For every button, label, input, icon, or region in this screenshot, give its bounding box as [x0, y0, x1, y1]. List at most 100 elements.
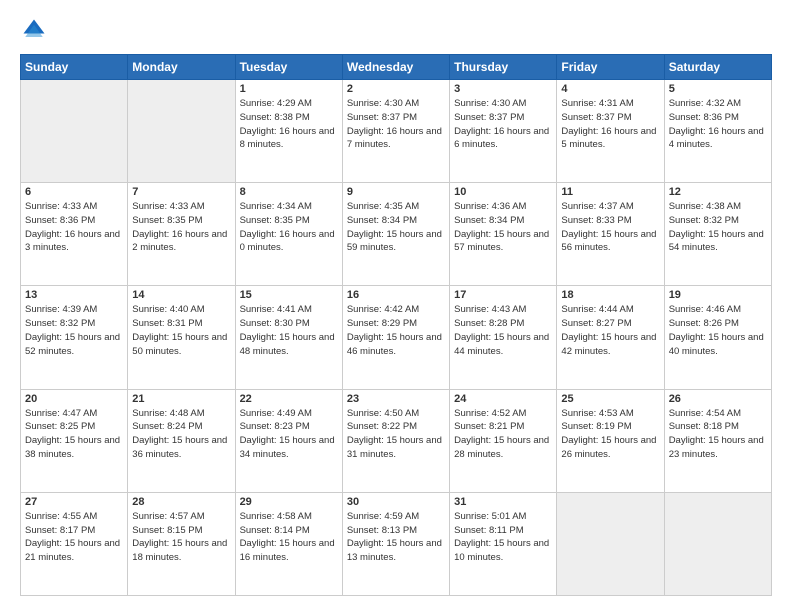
calendar-cell: 26 Sunrise: 4:54 AMSunset: 8:18 PMDayligh… [664, 389, 771, 492]
calendar-week-row: 13 Sunrise: 4:39 AMSunset: 8:32 PMDayligh… [21, 286, 772, 389]
calendar-cell: 22 Sunrise: 4:49 AMSunset: 8:23 PMDayligh… [235, 389, 342, 492]
calendar-cell [664, 492, 771, 595]
day-info: Sunrise: 4:33 AMSunset: 8:35 PMDaylight:… [132, 200, 230, 255]
day-number: 30 [347, 496, 445, 508]
calendar-cell: 24Sunrise: 4:52 AMSunset: 8:21 PMDayligh… [450, 389, 557, 492]
calendar-week-row: 1 Sunrise: 4:29 AMSunset: 8:38 PMDaylight… [21, 80, 772, 183]
day-number: 13 [25, 289, 123, 301]
calendar-cell: 1 Sunrise: 4:29 AMSunset: 8:38 PMDaylight… [235, 80, 342, 183]
day-number: 3 [454, 83, 552, 95]
calendar-cell: 5Sunrise: 4:32 AMSunset: 8:36 PMDaylight… [664, 80, 771, 183]
day-info: Sunrise: 4:38 AMSunset: 8:32 PMDaylight:… [669, 200, 767, 255]
day-number: 26 [669, 393, 767, 405]
calendar-cell: 2Sunrise: 4:30 AMSunset: 8:37 PMDaylight… [342, 80, 449, 183]
day-info: Sunrise: 4:41 AMSunset: 8:30 PMDaylight:… [240, 303, 338, 358]
calendar-cell: 9 Sunrise: 4:35 AMSunset: 8:34 PMDaylight… [342, 183, 449, 286]
calendar-cell: 18 Sunrise: 4:44 AMSunset: 8:27 PMDayligh… [557, 286, 664, 389]
day-number: 8 [240, 186, 338, 198]
day-info: Sunrise: 4:35 AMSunset: 8:34 PMDaylight:… [347, 200, 445, 255]
weekday-header: Saturday [664, 55, 771, 80]
day-number: 22 [240, 393, 338, 405]
calendar-cell: 16Sunrise: 4:42 AMSunset: 8:29 PMDayligh… [342, 286, 449, 389]
weekday-header: Thursday [450, 55, 557, 80]
day-info: Sunrise: 4:54 AMSunset: 8:18 PMDaylight:… [669, 407, 767, 462]
weekday-header: Sunday [21, 55, 128, 80]
logo [20, 16, 52, 44]
calendar-cell [557, 492, 664, 595]
calendar-cell [128, 80, 235, 183]
day-info: Sunrise: 4:31 AMSunset: 8:37 PMDaylight:… [561, 97, 659, 152]
calendar-cell: 17 Sunrise: 4:43 AMSunset: 8:28 PMDayligh… [450, 286, 557, 389]
calendar-cell: 10 Sunrise: 4:36 AMSunset: 8:34 PMDayligh… [450, 183, 557, 286]
day-number: 18 [561, 289, 659, 301]
day-info: Sunrise: 4:47 AMSunset: 8:25 PMDaylight:… [25, 407, 123, 462]
day-info: Sunrise: 4:43 AMSunset: 8:28 PMDaylight:… [454, 303, 552, 358]
page: SundayMondayTuesdayWednesdayThursdayFrid… [0, 0, 792, 612]
day-number: 15 [240, 289, 338, 301]
day-number: 4 [561, 83, 659, 95]
calendar-cell: 21Sunrise: 4:48 AMSunset: 8:24 PMDayligh… [128, 389, 235, 492]
calendar-cell: 28Sunrise: 4:57 AMSunset: 8:15 PMDayligh… [128, 492, 235, 595]
calendar-cell: 12 Sunrise: 4:38 AMSunset: 8:32 PMDayligh… [664, 183, 771, 286]
day-number: 10 [454, 186, 552, 198]
calendar-cell: 29 Sunrise: 4:58 AMSunset: 8:14 PMDayligh… [235, 492, 342, 595]
calendar-week-row: 6 Sunrise: 4:33 AMSunset: 8:36 PMDaylight… [21, 183, 772, 286]
day-number: 9 [347, 186, 445, 198]
day-info: Sunrise: 4:57 AMSunset: 8:15 PMDaylight:… [132, 510, 230, 565]
day-info: Sunrise: 4:37 AMSunset: 8:33 PMDaylight:… [561, 200, 659, 255]
day-number: 25 [561, 393, 659, 405]
day-number: 11 [561, 186, 659, 198]
day-number: 27 [25, 496, 123, 508]
weekday-header: Tuesday [235, 55, 342, 80]
calendar-cell: 11 Sunrise: 4:37 AMSunset: 8:33 PMDayligh… [557, 183, 664, 286]
calendar-cell [21, 80, 128, 183]
day-number: 6 [25, 186, 123, 198]
calendar-week-row: 20 Sunrise: 4:47 AMSunset: 8:25 PMDayligh… [21, 389, 772, 492]
header [20, 16, 772, 44]
calendar-cell: 19 Sunrise: 4:46 AMSunset: 8:26 PMDayligh… [664, 286, 771, 389]
calendar-cell: 4 Sunrise: 4:31 AMSunset: 8:37 PMDaylight… [557, 80, 664, 183]
calendar-cell: 23Sunrise: 4:50 AMSunset: 8:22 PMDayligh… [342, 389, 449, 492]
calendar-table: SundayMondayTuesdayWednesdayThursdayFrid… [20, 54, 772, 596]
day-number: 19 [669, 289, 767, 301]
day-info: Sunrise: 4:58 AMSunset: 8:14 PMDaylight:… [240, 510, 338, 565]
calendar-cell: 8 Sunrise: 4:34 AMSunset: 8:35 PMDaylight… [235, 183, 342, 286]
day-number: 7 [132, 186, 230, 198]
day-number: 17 [454, 289, 552, 301]
day-number: 16 [347, 289, 445, 301]
calendar-week-row: 27Sunrise: 4:55 AMSunset: 8:17 PMDayligh… [21, 492, 772, 595]
logo-icon [20, 16, 48, 44]
calendar-cell: 13 Sunrise: 4:39 AMSunset: 8:32 PMDayligh… [21, 286, 128, 389]
day-info: Sunrise: 4:49 AMSunset: 8:23 PMDaylight:… [240, 407, 338, 462]
day-info: Sunrise: 4:53 AMSunset: 8:19 PMDaylight:… [561, 407, 659, 462]
calendar-cell: 6 Sunrise: 4:33 AMSunset: 8:36 PMDaylight… [21, 183, 128, 286]
day-number: 29 [240, 496, 338, 508]
calendar-cell: 15 Sunrise: 4:41 AMSunset: 8:30 PMDayligh… [235, 286, 342, 389]
day-info: Sunrise: 4:50 AMSunset: 8:22 PMDaylight:… [347, 407, 445, 462]
calendar-cell: 25 Sunrise: 4:53 AMSunset: 8:19 PMDayligh… [557, 389, 664, 492]
day-info: Sunrise: 4:33 AMSunset: 8:36 PMDaylight:… [25, 200, 123, 255]
calendar-cell: 3 Sunrise: 4:30 AMSunset: 8:37 PMDaylight… [450, 80, 557, 183]
calendar-cell: 27Sunrise: 4:55 AMSunset: 8:17 PMDayligh… [21, 492, 128, 595]
day-info: Sunrise: 4:44 AMSunset: 8:27 PMDaylight:… [561, 303, 659, 358]
day-number: 31 [454, 496, 552, 508]
day-info: Sunrise: 4:46 AMSunset: 8:26 PMDaylight:… [669, 303, 767, 358]
day-number: 20 [25, 393, 123, 405]
day-info: Sunrise: 4:29 AMSunset: 8:38 PMDaylight:… [240, 97, 338, 152]
calendar-cell: 31Sunrise: 5:01 AMSunset: 8:11 PMDayligh… [450, 492, 557, 595]
day-info: Sunrise: 4:30 AMSunset: 8:37 PMDaylight:… [454, 97, 552, 152]
day-number: 12 [669, 186, 767, 198]
weekday-header: Wednesday [342, 55, 449, 80]
day-info: Sunrise: 4:30 AMSunset: 8:37 PMDaylight:… [347, 97, 445, 152]
day-number: 1 [240, 83, 338, 95]
day-info: Sunrise: 4:52 AMSunset: 8:21 PMDaylight:… [454, 407, 552, 462]
calendar-cell: 14Sunrise: 4:40 AMSunset: 8:31 PMDayligh… [128, 286, 235, 389]
day-info: Sunrise: 4:40 AMSunset: 8:31 PMDaylight:… [132, 303, 230, 358]
day-info: Sunrise: 4:39 AMSunset: 8:32 PMDaylight:… [25, 303, 123, 358]
calendar-cell: 7 Sunrise: 4:33 AMSunset: 8:35 PMDaylight… [128, 183, 235, 286]
day-info: Sunrise: 4:36 AMSunset: 8:34 PMDaylight:… [454, 200, 552, 255]
day-info: Sunrise: 4:48 AMSunset: 8:24 PMDaylight:… [132, 407, 230, 462]
day-info: Sunrise: 4:34 AMSunset: 8:35 PMDaylight:… [240, 200, 338, 255]
calendar-header-row: SundayMondayTuesdayWednesdayThursdayFrid… [21, 55, 772, 80]
day-info: Sunrise: 4:32 AMSunset: 8:36 PMDaylight:… [669, 97, 767, 152]
